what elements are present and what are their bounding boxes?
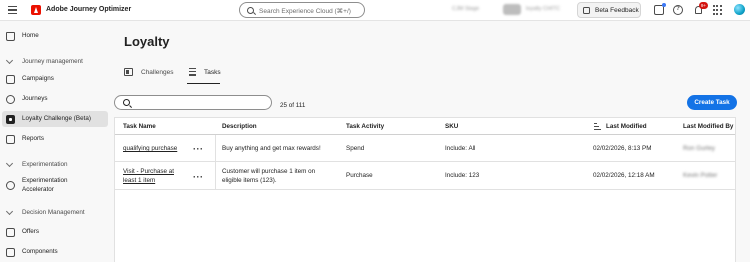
challenges-icon (124, 68, 133, 76)
column-divider (215, 162, 216, 189)
org-name-label[interactable]: loyalty CHITC (526, 6, 560, 12)
app-title: Adobe Journey Optimizer (46, 5, 132, 13)
chat-icon[interactable] (654, 3, 666, 15)
org-badge[interactable] (503, 4, 521, 15)
task-last-modified-by: Ron Gurley (683, 145, 715, 152)
tab-tasks[interactable]: Tasks (187, 62, 221, 84)
section-journey-management[interactable]: Journey management (0, 55, 110, 69)
chevron-down-icon (5, 159, 14, 168)
result-count: 25 of 111 (280, 102, 306, 109)
task-name-link[interactable]: Visit - Purchase at least 1 item (123, 168, 185, 185)
sidebar-item-label: Journeys (22, 95, 48, 102)
task-last-modified: 02/02/2026, 8:13 PM (593, 145, 652, 152)
more-actions-icon[interactable]: ··· (193, 145, 203, 154)
sidebar: Home Journey management Campaigns Journe… (0, 21, 110, 262)
column-divider (215, 135, 216, 161)
table-header: Task Name Description Task Activity SKU … (115, 118, 735, 135)
column-header-task-activity[interactable]: Task Activity (346, 123, 384, 130)
loyalty-icon (6, 114, 15, 124)
campaigns-icon (6, 74, 15, 84)
tasks-table: Task Name Description Task Activity SKU … (114, 117, 736, 262)
task-last-modified-by: Kevin Potter (683, 172, 718, 179)
search-icon (123, 99, 130, 106)
beta-feedback-button[interactable]: Beta Feedback (577, 2, 641, 18)
sidebar-item-journeys[interactable]: Journeys (0, 91, 110, 107)
page-title: Loyalty (124, 34, 170, 49)
apps-grid-icon[interactable] (713, 5, 723, 15)
global-search-input[interactable]: Search Experience Cloud (⌘+/) (239, 2, 365, 18)
chevron-down-icon (5, 56, 14, 65)
task-sku: Include: 123 (445, 172, 480, 179)
avatar[interactable] (734, 4, 745, 15)
column-header-sku[interactable]: SKU (445, 123, 458, 130)
components-icon (6, 247, 15, 257)
column-header-description[interactable]: Description (222, 123, 257, 130)
section-experimentation[interactable]: Experimentation (0, 158, 110, 172)
sidebar-item-reports[interactable]: Reports (0, 131, 110, 147)
sort-descending-icon[interactable] (594, 123, 602, 130)
sidebar-item-label: Components (22, 248, 58, 255)
task-last-modified: 02/02/2026, 12:18 AM (593, 172, 655, 179)
search-placeholder: Search Experience Cloud (⌘+/) (259, 7, 351, 15)
accelerator-icon (6, 181, 15, 190)
search-icon (247, 6, 254, 14)
tab-challenges[interactable]: Challenges (124, 62, 180, 84)
sidebar-item-label: Experimentation Accelerator (22, 177, 68, 193)
sidebar-item-experimentation-accelerator[interactable]: Experimentation Accelerator (0, 175, 110, 197)
beta-feedback-label: Beta Feedback (595, 6, 639, 14)
more-actions-icon[interactable]: ··· (193, 173, 203, 182)
feedback-icon (583, 7, 590, 14)
task-description: Buy anything and get max rewards! (222, 145, 321, 152)
sidebar-item-label: Home (22, 32, 39, 39)
home-icon (6, 31, 15, 41)
column-header-last-modified-by[interactable]: Last Modified By (683, 123, 733, 130)
tab-label: Challenges (141, 68, 174, 76)
help-icon[interactable]: ? (673, 5, 683, 15)
sidebar-item-components[interactable]: Components (0, 244, 110, 260)
task-sku: Include: All (445, 145, 476, 152)
reports-icon (6, 134, 15, 144)
top-bar: Adobe Journey Optimizer Search Experienc… (0, 0, 750, 21)
menu-icon[interactable] (8, 6, 17, 15)
task-search-input[interactable] (114, 95, 272, 110)
task-activity: Spend (346, 145, 365, 152)
task-description: Customer will purchase 1 item on eligibl… (222, 168, 316, 184)
tab-label: Tasks (204, 68, 221, 76)
journeys-icon (6, 94, 15, 104)
task-name-link[interactable]: qualifying purchase (123, 145, 177, 152)
sidebar-item-label: Loyalty Challenge (Beta) (22, 115, 91, 122)
sidebar-item-loyalty-challenge[interactable]: Loyalty Challenge (Beta) (2, 111, 108, 127)
create-task-button[interactable]: Create Task (687, 95, 737, 110)
section-label: Journey management (22, 58, 83, 65)
adobe-logo-icon (31, 5, 41, 15)
column-header-last-modified[interactable]: Last Modified (606, 123, 647, 130)
sidebar-item-home[interactable]: Home (0, 28, 110, 44)
section-label: Experimentation (22, 161, 68, 168)
section-decision-management[interactable]: Decision Management (0, 206, 110, 220)
chevron-down-icon (5, 207, 14, 216)
section-label: Decision Management (22, 209, 85, 216)
column-header-task-name[interactable]: Task Name (123, 123, 156, 130)
task-list-icon (187, 68, 196, 76)
org-sandbox-label[interactable]: CJM Stage (452, 6, 479, 12)
task-activity: Purchase (346, 172, 373, 179)
sidebar-item-campaigns[interactable]: Campaigns (0, 71, 110, 87)
sidebar-item-label: Reports (22, 135, 45, 142)
offers-icon (6, 227, 15, 237)
sidebar-item-label: Campaigns (22, 75, 54, 82)
table-row[interactable]: qualifying purchase ··· Buy anything and… (115, 135, 735, 162)
table-row[interactable]: Visit - Purchase at least 1 item ··· Cus… (115, 162, 735, 190)
notification-badge: 9+ (699, 1, 708, 9)
sidebar-item-offers[interactable]: Offers (0, 224, 110, 240)
sidebar-item-label: Offers (22, 228, 40, 235)
